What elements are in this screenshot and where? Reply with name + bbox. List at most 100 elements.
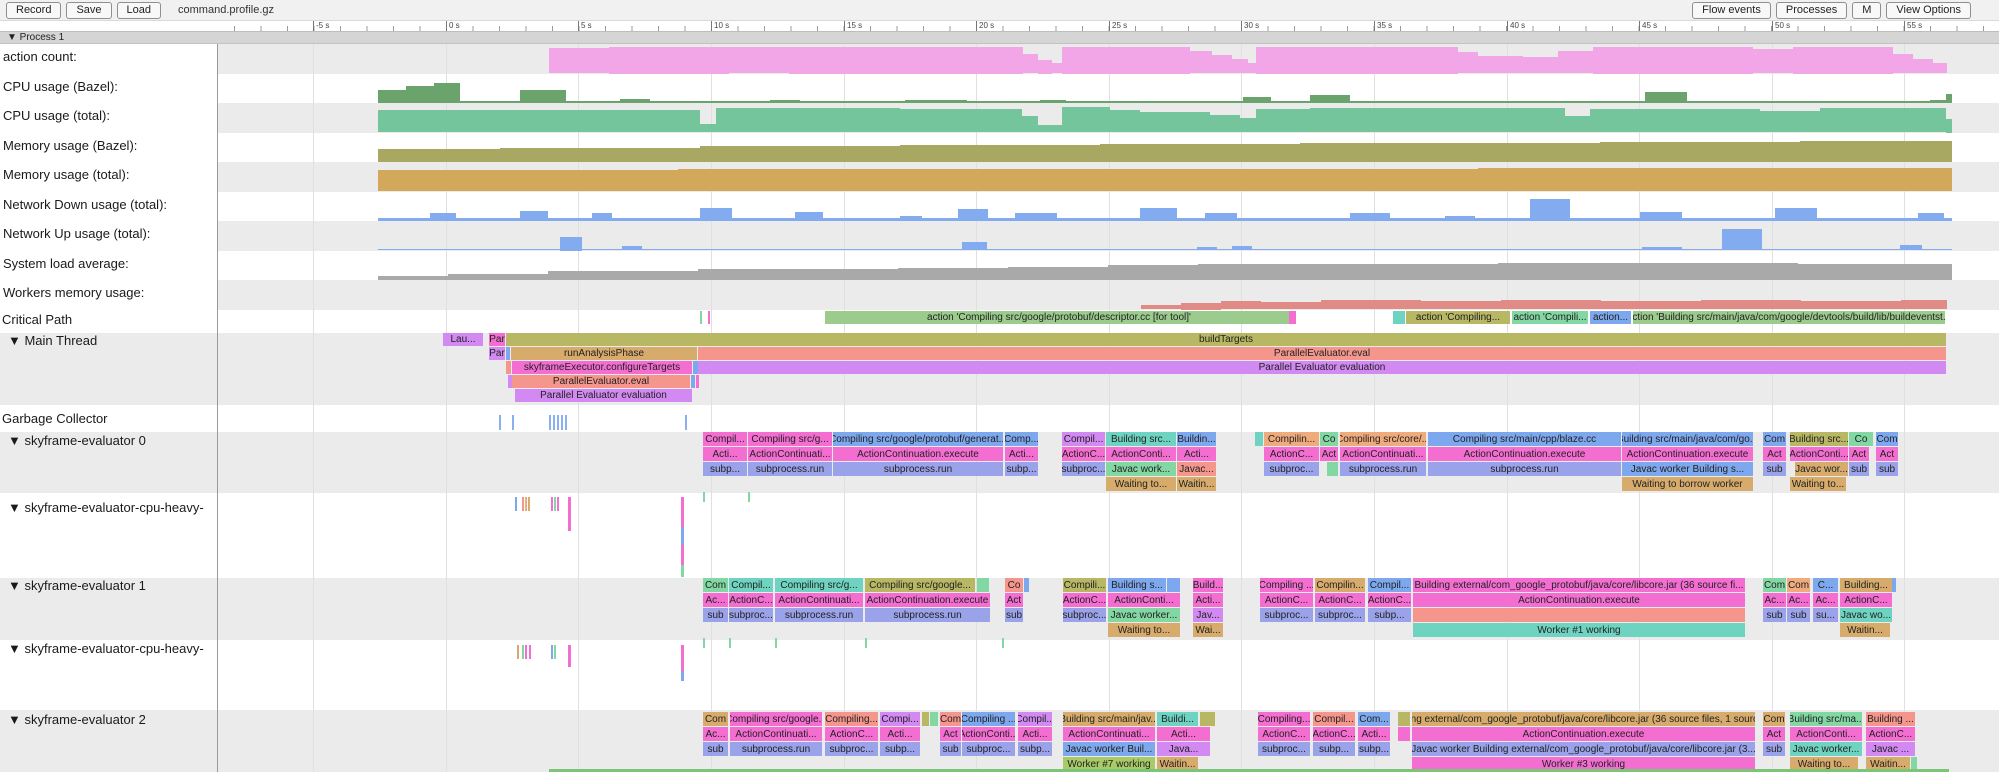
- trace-span-skyframe-evaluator-0[interactable]: Comp...: [1005, 432, 1038, 446]
- timeline-canvas[interactable]: action count:CPU usage (Bazel):CPU usage…: [0, 0, 1999, 772]
- trace-span-critical-path[interactable]: [708, 311, 710, 324]
- trace-span-skyframe-evaluator-1[interactable]: Building external/com_google_protobuf/ja…: [1413, 578, 1745, 592]
- trace-span-skyframe-evaluator-2[interactable]: Compiling src/google...: [730, 712, 822, 726]
- trace-span-skyframe-evaluator-0[interactable]: subp...: [1005, 462, 1038, 476]
- trace-span-skyframe-evaluator-2[interactable]: sub: [1763, 742, 1785, 756]
- trace-span-skyframe-evaluator-0[interactable]: Building src...: [1106, 432, 1176, 446]
- trace-span-skyframe-evaluator-1[interactable]: [1024, 578, 1029, 592]
- trace-span-skyframe-evaluator-1[interactable]: ActionConti...: [1108, 593, 1180, 607]
- trace-span-skyframe-evaluator-0[interactable]: Buildin...: [1177, 432, 1216, 446]
- trace-span-skyframe-evaluator-2[interactable]: ActionConti...: [1790, 727, 1862, 741]
- trace-span-skyframe-evaluator-1[interactable]: su...: [1813, 608, 1838, 622]
- trace-span-skyframe-evaluator-0[interactable]: [703, 492, 705, 502]
- trace-span-skyframe-evaluator-1[interactable]: Compil...: [729, 578, 773, 592]
- thread-label[interactable]: ▼ skyframe-evaluator 1: [8, 578, 146, 593]
- trace-span-garbage-collector[interactable]: [557, 415, 559, 430]
- trace-span-skyframe-evaluator-1[interactable]: Acti...: [1193, 593, 1223, 607]
- trace-span-garbage-collector[interactable]: [685, 415, 687, 430]
- trace-span-skyframe-evaluator-cpu-heavy-1[interactable]: [681, 565, 684, 577]
- trace-span-skyframe-evaluator-0[interactable]: [1327, 462, 1338, 476]
- trace-span-skyframe-evaluator-1[interactable]: [1892, 578, 1896, 592]
- trace-span-skyframe-evaluator-1[interactable]: subprocess.run: [865, 608, 990, 622]
- trace-span-skyframe-evaluator-0[interactable]: subproc...: [1062, 462, 1105, 476]
- trace-span-skyframe-evaluator-0[interactable]: Acti...: [1005, 447, 1038, 461]
- trace-span-skyframe-evaluator-0[interactable]: Com: [1763, 432, 1786, 446]
- trace-span-skyframe-evaluator-0[interactable]: Acti...: [1177, 447, 1216, 461]
- load-button[interactable]: Load: [117, 2, 161, 19]
- trace-span-skyframe-evaluator-2[interactable]: Com: [1763, 712, 1785, 726]
- trace-span-skyframe-evaluator-2[interactable]: Ac...: [703, 727, 728, 741]
- trace-span-main-thread[interactable]: runAnalysisPhase: [511, 347, 697, 360]
- trace-span-skyframe-evaluator-1[interactable]: sub: [1005, 608, 1023, 622]
- trace-span-skyframe-evaluator-1[interactable]: ActionC...: [729, 593, 773, 607]
- trace-span-main-thread[interactable]: [506, 347, 510, 360]
- trace-span-skyframe-evaluator-2[interactable]: Compil...: [1018, 712, 1052, 726]
- trace-span-skyframe-evaluator-1[interactable]: ActionContinuation.execute: [865, 593, 990, 607]
- trace-span-skyframe-evaluator-0[interactable]: Act: [1876, 447, 1898, 461]
- trace-span-skyframe-evaluator-2[interactable]: subp...: [1018, 742, 1052, 756]
- trace-span-skyframe-evaluator-cpu-heavy-2[interactable]: [517, 645, 519, 659]
- trace-span-skyframe-evaluator-2[interactable]: sub: [940, 742, 961, 756]
- trace-span-skyframe-evaluator-cpu-heavy-1[interactable]: [554, 497, 556, 511]
- trace-span-skyframe-evaluator-1[interactable]: C...: [1813, 578, 1838, 592]
- trace-span-main-thread[interactable]: ParallelEvaluator.eval: [512, 375, 690, 388]
- trace-span-garbage-collector[interactable]: [561, 415, 563, 430]
- trace-span-skyframe-evaluator-2[interactable]: subprocess.run: [730, 742, 822, 756]
- trace-span-skyframe-evaluator-1[interactable]: Ac...: [703, 593, 728, 607]
- trace-span-skyframe-evaluator-0[interactable]: ActionContinuation.execute: [833, 447, 1003, 461]
- trace-span-skyframe-evaluator-cpu-heavy-2[interactable]: [681, 645, 684, 671]
- trace-span-main-thread[interactable]: Parallel Evaluator evaluation: [698, 361, 1946, 374]
- trace-span-skyframe-evaluator-1[interactable]: Compil...: [1368, 578, 1411, 592]
- trace-span-skyframe-evaluator-2[interactable]: Compil...: [1313, 712, 1355, 726]
- thread-label[interactable]: ▼ skyframe-evaluator-cpu-heavy-: [8, 500, 204, 515]
- trace-span-skyframe-evaluator-2[interactable]: ActionContinuati...: [730, 727, 822, 741]
- trace-span-skyframe-evaluator-1[interactable]: sub: [1787, 608, 1810, 622]
- trace-span-skyframe-evaluator-0[interactable]: ActionConti...: [1790, 447, 1848, 461]
- trace-span-critical-path[interactable]: [700, 311, 702, 324]
- trace-span-garbage-collector[interactable]: [549, 415, 551, 430]
- trace-span-skyframe-evaluator-2[interactable]: Javac worker...: [1790, 742, 1862, 756]
- trace-span-skyframe-evaluator-0[interactable]: subprocess.run: [833, 462, 1003, 476]
- trace-span-skyframe-evaluator-2[interactable]: Act: [940, 727, 961, 741]
- trace-span-skyframe-evaluator-2[interactable]: Acti...: [1358, 727, 1390, 741]
- trace-span-main-thread[interactable]: [696, 375, 699, 388]
- trace-span-skyframe-evaluator-2[interactable]: Building ...: [1866, 712, 1915, 726]
- metrics-button[interactable]: M: [1852, 2, 1881, 19]
- trace-span-skyframe-evaluator-2[interactable]: Building src/ma...: [1790, 712, 1862, 726]
- trace-span-skyframe-evaluator-cpu-heavy-2[interactable]: [551, 645, 553, 659]
- trace-span-skyframe-evaluator-0[interactable]: Compiling src/google/protobuf/generat...: [833, 432, 1003, 446]
- trace-span-skyframe-evaluator-0[interactable]: Com: [1876, 432, 1898, 446]
- trace-span-skyframe-evaluator-1[interactable]: subprocess.run: [775, 608, 863, 622]
- trace-span-skyframe-evaluator-cpu-heavy-1[interactable]: [522, 497, 524, 511]
- trace-span-skyframe-evaluator-0[interactable]: Act: [1849, 447, 1869, 461]
- trace-span-skyframe-evaluator-cpu-heavy-2[interactable]: [522, 645, 524, 659]
- trace-span-critical-path[interactable]: action...: [1590, 311, 1631, 324]
- trace-span-skyframe-evaluator-2[interactable]: Compiling...: [1258, 712, 1310, 726]
- timeline-ruler[interactable]: -5 s0 s5 s10 s15 s20 s25 s30 s35 s40 s45…: [0, 21, 1999, 31]
- trace-span-skyframe-evaluator-1[interactable]: Compiling src/google...: [865, 578, 975, 592]
- thread-label[interactable]: ▼ skyframe-evaluator-cpu-heavy-: [8, 641, 204, 656]
- trace-span-skyframe-evaluator-2[interactable]: Act: [1763, 727, 1785, 741]
- trace-span-skyframe-evaluator-0[interactable]: sub: [1876, 462, 1898, 476]
- trace-span-skyframe-evaluator-2[interactable]: Acti...: [1018, 727, 1052, 741]
- trace-span-skyframe-evaluator-1[interactable]: Ac...: [1787, 593, 1810, 607]
- trace-span-skyframe-evaluator-2[interactable]: [1398, 727, 1410, 741]
- trace-span-skyframe-evaluator-1[interactable]: subp...: [1368, 608, 1411, 622]
- trace-span-skyframe-evaluator-cpu-heavy-1[interactable]: [681, 545, 684, 565]
- trace-span-skyframe-evaluator-0[interactable]: ActionContinuati...: [1340, 447, 1426, 461]
- trace-span-skyframe-evaluator-1[interactable]: Co: [1005, 578, 1023, 592]
- trace-span-skyframe-evaluator-1[interactable]: Build...: [1193, 578, 1223, 592]
- trace-span-skyframe-evaluator-1[interactable]: subproc...: [1315, 608, 1365, 622]
- trace-span-skyframe-evaluator-1[interactable]: Javac wo...: [1840, 608, 1892, 622]
- trace-span-skyframe-evaluator-cpu-heavy-1[interactable]: [515, 497, 517, 511]
- trace-span-skyframe-evaluator-2[interactable]: ActionContinuation.execute: [1412, 727, 1755, 741]
- trace-span-skyframe-evaluator-1[interactable]: Compili...: [1063, 578, 1106, 592]
- trace-span-skyframe-evaluator-1[interactable]: Jav...: [1193, 608, 1223, 622]
- save-button[interactable]: Save: [66, 2, 111, 19]
- trace-span-skyframe-evaluator-0[interactable]: ActionContinuati...: [748, 447, 832, 461]
- trace-span-main-thread[interactable]: Par: [489, 347, 505, 360]
- trace-span-skyframe-evaluator-0[interactable]: subprocess.run: [748, 462, 832, 476]
- trace-span-skyframe-evaluator-cpu-heavy-1[interactable]: [681, 497, 684, 527]
- trace-span-critical-path[interactable]: action 'Compiling src/google/protobuf/de…: [825, 311, 1293, 324]
- trace-span-skyframe-evaluator-2[interactable]: Com: [940, 712, 961, 726]
